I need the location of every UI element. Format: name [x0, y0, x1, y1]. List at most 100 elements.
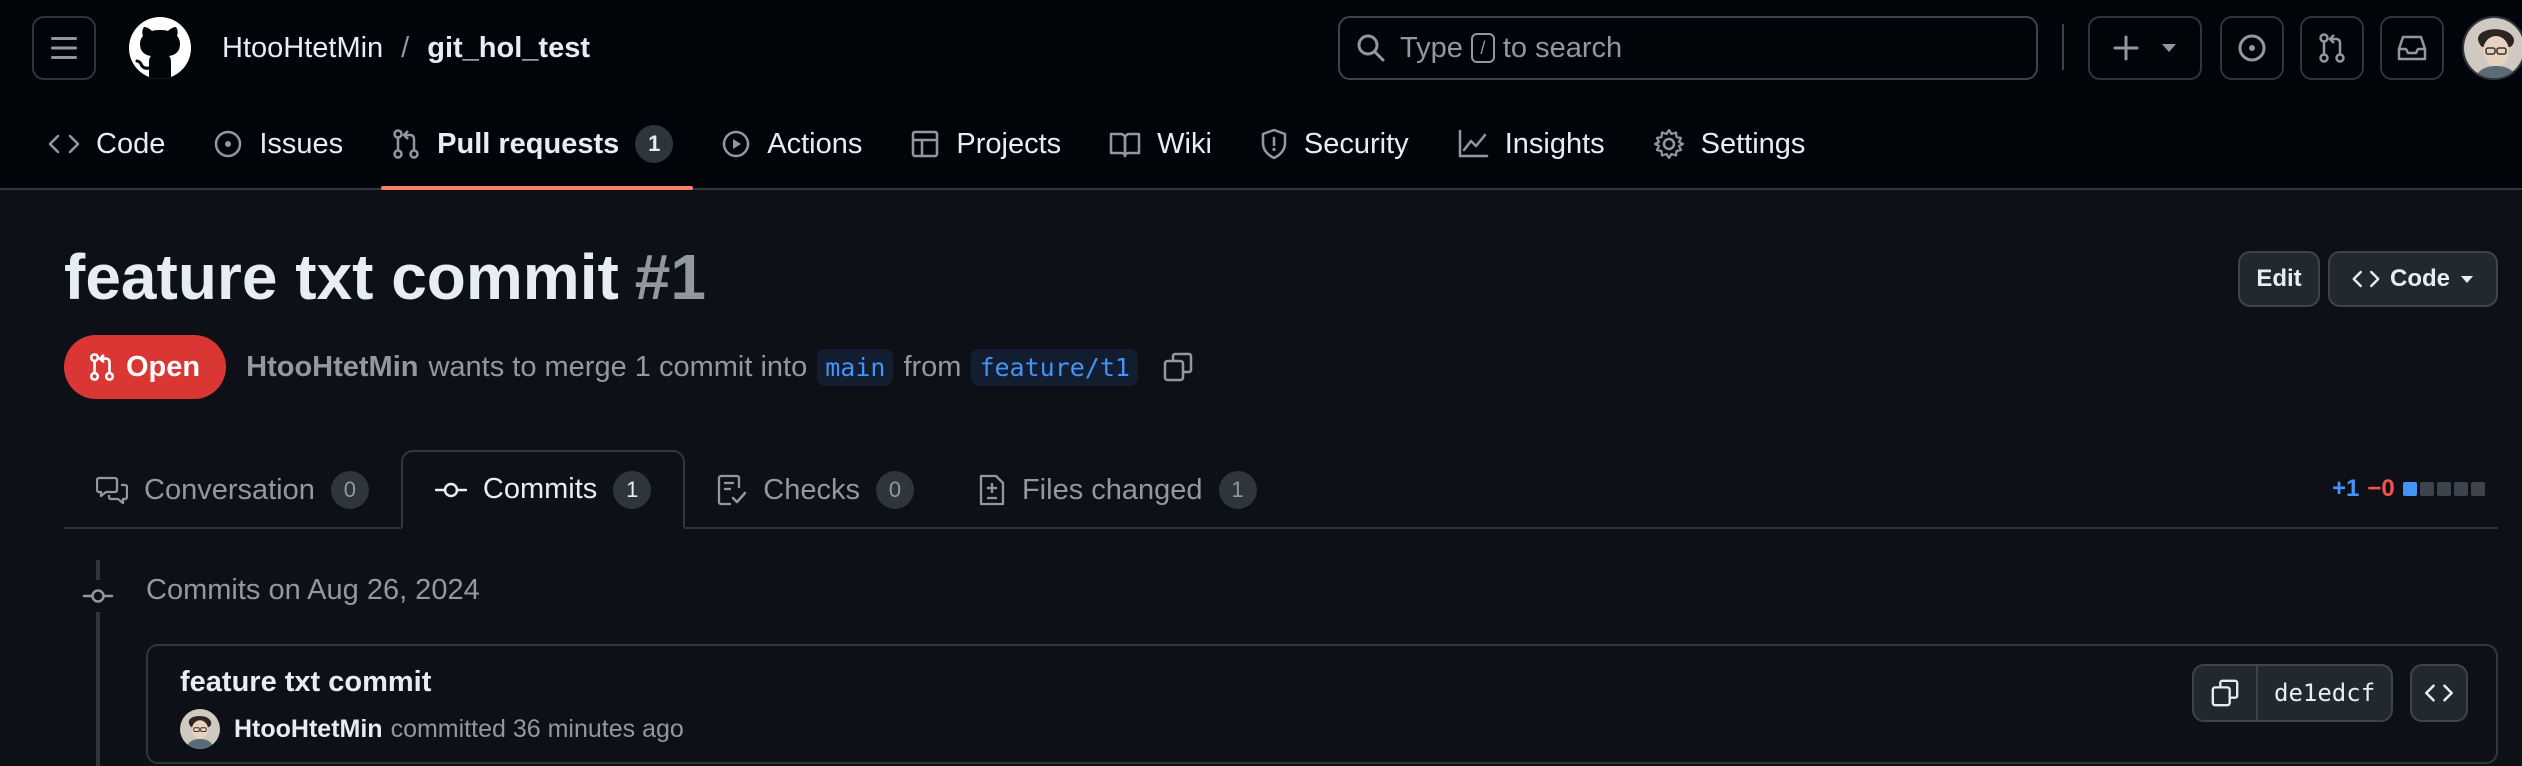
commit-message-link[interactable]: feature txt commit — [180, 666, 431, 699]
nav-security-label: Security — [1303, 127, 1409, 160]
code-icon — [2425, 684, 2454, 702]
pr-tabs: Conversation 0 Commits 1 Checks 0 Files … — [64, 450, 1289, 529]
search-input[interactable]: Type / to search — [1338, 16, 2038, 80]
global-header: HtooHtetMin / git_hol_test Type / to sea… — [0, 0, 2522, 190]
file-diff-icon — [979, 474, 1005, 506]
pr-number: #1 — [634, 241, 706, 313]
tab-checks-label: Checks — [763, 473, 860, 506]
copy-icon[interactable] — [1162, 351, 1194, 383]
repo-name-link[interactable]: git_hol_test — [427, 32, 590, 65]
your-issues-button[interactable] — [2220, 16, 2284, 80]
nav-issues-label: Issues — [259, 127, 344, 160]
checklist-icon — [718, 474, 747, 506]
commit-sha-link[interactable]: de1edcf — [2258, 666, 2391, 720]
tab-commits[interactable]: Commits 1 — [400, 450, 686, 529]
code-dropdown-button[interactable]: Code — [2328, 251, 2498, 307]
copy-sha-button[interactable] — [2194, 666, 2258, 720]
nav-projects[interactable]: Projects — [894, 118, 1077, 170]
triangle-down-icon — [2460, 275, 2474, 283]
nav-projects-label: Projects — [956, 127, 1062, 160]
hamburger-icon — [51, 37, 77, 59]
repository-nav: Code Issues Pull requests 1 Actions Proj… — [32, 118, 1837, 170]
nav-actions[interactable]: Actions — [705, 118, 878, 170]
your-pull-requests-button[interactable] — [2300, 16, 2364, 80]
nav-pull-requests[interactable]: Pull requests 1 — [375, 118, 689, 170]
nav-insights[interactable]: Insights — [1441, 118, 1621, 170]
tab-conversation-count: 0 — [330, 471, 369, 509]
code-icon — [48, 134, 80, 154]
commit-sha-group: de1edcf — [2192, 664, 2394, 722]
nav-code[interactable]: Code — [32, 118, 181, 170]
table-icon — [912, 130, 939, 158]
commit-list-item: feature txt commit HtooHtetMin committed… — [146, 644, 2498, 764]
tab-files-changed[interactable]: Files changed 1 — [946, 451, 1289, 529]
tab-files-changed-count: 1 — [1218, 471, 1257, 509]
nav-issues[interactable]: Issues — [197, 118, 359, 170]
git-pull-request-icon — [89, 353, 115, 381]
nav-security[interactable]: Security — [1244, 118, 1425, 170]
search-placeholder-prefix: Type — [1400, 31, 1463, 64]
header-divider — [2062, 24, 2064, 70]
commits-date-heading: Commits on Aug 26, 2024 — [146, 574, 480, 606]
from-text: from — [903, 350, 962, 383]
nav-wiki[interactable]: Wiki — [1093, 118, 1228, 170]
shield-icon — [1261, 128, 1287, 160]
nav-settings-label: Settings — [1700, 127, 1806, 160]
breadcrumb-separator: / — [401, 31, 410, 64]
tab-files-changed-label: Files changed — [1021, 473, 1203, 506]
github-logo-icon[interactable] — [128, 16, 192, 80]
breadcrumb: HtooHtetMin / git_hol_test — [222, 28, 590, 68]
nav-settings[interactable]: Settings — [1637, 118, 1822, 170]
comment-discussion-icon — [96, 476, 128, 505]
code-icon — [2352, 270, 2380, 288]
tab-checks-count: 0 — [875, 471, 914, 509]
commit-author-link[interactable]: HtooHtetMin — [234, 715, 383, 744]
avatar[interactable] — [180, 709, 220, 749]
triangle-down-icon — [2162, 44, 2176, 52]
issue-opened-icon — [2238, 34, 2266, 62]
gear-icon — [1653, 128, 1684, 160]
edit-title-button[interactable]: Edit — [2238, 251, 2320, 307]
pr-meta-row: Open HtooHtetMin wants to merge 1 commit… — [64, 335, 1194, 399]
git-commit-icon — [82, 580, 114, 612]
diffstat-block-neutral — [2436, 482, 2451, 496]
diffstat-additions: +1 — [2332, 475, 2360, 502]
browse-repository-button[interactable] — [2410, 664, 2468, 722]
tab-checks[interactable]: Checks 0 — [685, 451, 946, 529]
tab-commits-label: Commits — [482, 473, 598, 505]
nav-wiki-label: Wiki — [1157, 127, 1212, 160]
active-nav-underline — [381, 186, 693, 190]
diffstat: +1 −0 — [2332, 474, 2485, 504]
git-commit-icon — [434, 482, 467, 497]
repo-owner-link[interactable]: HtooHtetMin — [222, 32, 383, 65]
tab-commits-count: 1 — [613, 470, 652, 509]
inbox-icon — [2397, 35, 2427, 61]
commit-time: 36 minutes ago — [512, 714, 684, 743]
pr-summary-text: wants to merge 1 commit into — [428, 350, 808, 383]
commit-meta: HtooHtetMin committed 36 minutes ago — [180, 708, 684, 750]
nav-code-label: Code — [96, 127, 166, 160]
create-new-button[interactable] — [2088, 16, 2202, 80]
menu-button[interactable] — [32, 16, 96, 80]
pr-author-link[interactable]: HtooHtetMin — [246, 351, 418, 384]
play-icon — [723, 130, 750, 158]
diffstat-block-neutral — [2453, 482, 2468, 496]
issue-opened-icon — [215, 130, 242, 158]
plus-icon — [2113, 35, 2139, 61]
diffstat-deletions: −0 — [2367, 475, 2395, 502]
search-shortcut-key: / — [1470, 33, 1495, 63]
base-branch[interactable]: main — [817, 348, 894, 386]
diffstat-block-neutral — [2470, 482, 2485, 496]
notifications-button[interactable] — [2380, 16, 2444, 80]
nav-insights-label: Insights — [1504, 127, 1605, 160]
user-avatar[interactable] — [2462, 16, 2522, 80]
tab-conversation[interactable]: Conversation 0 — [64, 451, 401, 529]
git-pull-request-icon — [2319, 33, 2345, 63]
pr-title-text: feature txt commit — [64, 241, 619, 313]
copy-icon — [2211, 679, 2239, 707]
nav-pull-requests-label: Pull requests — [437, 127, 620, 160]
graph-icon — [1458, 129, 1488, 158]
code-button-label: Code — [2390, 265, 2450, 292]
diffstat-block-neutral — [2419, 482, 2434, 496]
head-branch[interactable]: feature/t1 — [971, 348, 1138, 386]
